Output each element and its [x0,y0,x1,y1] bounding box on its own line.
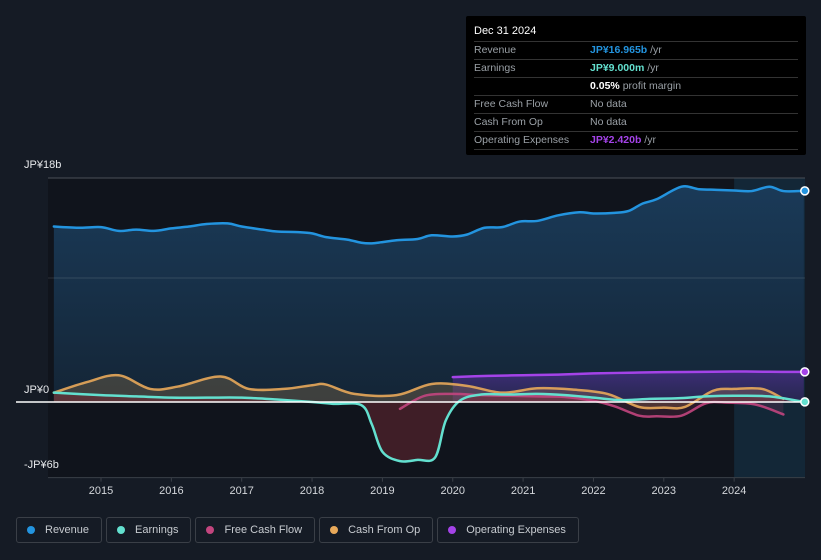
legend-item-revenue[interactable]: Revenue [16,517,103,543]
earnings-end-marker [800,397,810,407]
x-tick-label: 2023 [651,485,677,497]
tooltip-row-value: No data [590,98,627,110]
x-tick-label: 2022 [581,485,606,497]
x-tick-label: 2021 [510,485,536,497]
tooltip-row: Revenue JP¥16.965b /yr [474,42,798,60]
tooltip-row-value: JP¥2.420b /yr [590,134,656,146]
tooltip-panel: Dec 31 2024 Revenue JP¥16.965b /yr Earning… [466,16,806,155]
tooltip-row-label: Free Cash Flow [474,98,549,110]
legend-item-operating-expenses[interactable]: Operating Expenses [437,517,579,543]
tooltip-date: Dec 31 2024 [474,22,798,42]
legend-item-free-cash-flow[interactable]: Free Cash Flow [195,517,316,543]
legend-label: Revenue [45,524,90,536]
legend-label: Free Cash Flow [224,524,303,536]
legend-label: Earnings [135,524,179,536]
tooltip-row-value: No data [590,116,627,128]
x-tick-label: 2024 [721,485,747,497]
tooltip-row-value: 0.05% profit margin [590,80,682,92]
x-tick-label: 2020 [440,485,465,497]
legend-item-earnings[interactable]: Earnings [106,517,192,543]
y-tick-label-zero: JP¥0 [24,384,50,396]
y-tick-label-top: JP¥18b [24,159,62,171]
legend-dot-icon [206,526,215,534]
legend-dot-icon [117,526,126,534]
tooltip-row-value: JP¥16.965b /yr [590,44,662,56]
tooltip-row-value: JP¥9.000m /yr [590,62,659,74]
tooltip-row-label: Revenue [474,44,517,56]
x-tick-label: 2019 [370,485,395,497]
tooltip-row-label: Operating Expenses [474,134,570,146]
tooltip-row: Earnings JP¥9.000m /yr [474,60,798,78]
legend-dot-icon [330,526,339,534]
legend-dot-icon [448,526,457,534]
operating-expenses-end-marker [800,367,810,377]
legend-label: Operating Expenses [466,524,566,536]
legend-dot-icon [27,526,35,534]
y-tick-label-bottom: -JP¥6b [24,459,59,471]
tooltip-row-label: Cash From Op [474,116,543,128]
x-tick-label: 2018 [299,485,325,497]
legend-label: Cash From Op [348,524,421,536]
tooltip-row: Cash From Op No data [474,114,798,132]
x-tick-label: 2017 [229,485,254,497]
legend-item-cash-from-op[interactable]: Cash From Op [319,517,434,543]
tooltip-row: 0.05% profit margin [474,78,798,96]
x-tick-label: 2015 [88,485,114,497]
legend: Revenue Earnings Free Cash Flow Cash From O… [16,517,579,543]
revenue-end-marker [800,186,810,196]
tooltip-row-label [474,78,590,95]
tooltip-row-label: Earnings [474,62,516,74]
tooltip-row: Free Cash Flow No data [474,96,798,114]
tooltip-row: Operating Expenses JP¥2.420b /yr [474,132,798,150]
x-tick-label: 2016 [159,485,184,497]
